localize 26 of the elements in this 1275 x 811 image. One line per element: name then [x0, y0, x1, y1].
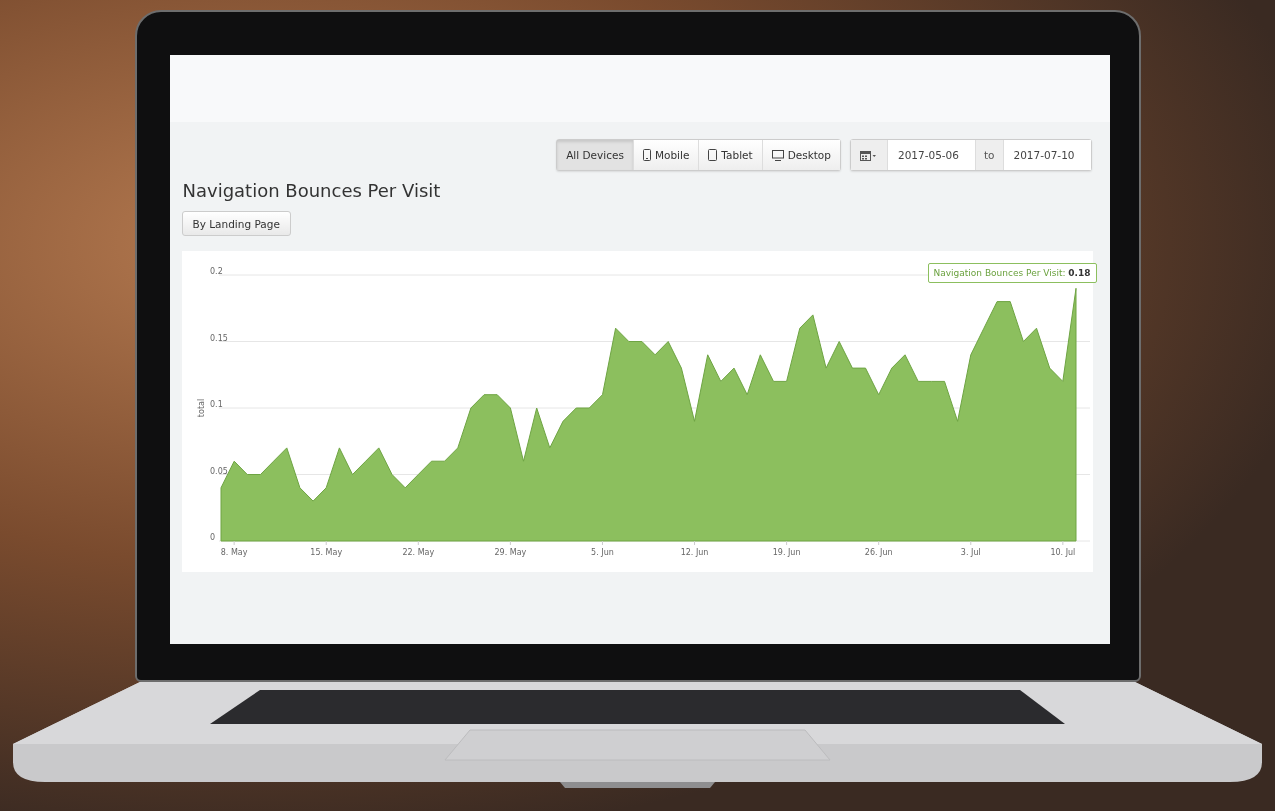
- axis-label: 0.1: [209, 400, 223, 409]
- axis-label: 19. Jun: [772, 548, 800, 557]
- axis-label: 0.15: [209, 333, 228, 343]
- axis-label: 8. May: [220, 548, 247, 557]
- phone-icon: [642, 149, 651, 161]
- axis-label: 3. Jul: [960, 548, 981, 557]
- chart-tooltip: Navigation Bounces Per Visit: 0.18: [927, 263, 1097, 283]
- axis-title: total: [196, 398, 206, 418]
- chart-title: Navigation Bounces Per Visit: [182, 180, 442, 201]
- axis-label: 26. Jun: [864, 548, 893, 557]
- tablet-icon: [708, 149, 718, 161]
- axis-label: 22. May: [401, 548, 434, 557]
- axis-label: 5. Jun: [590, 548, 614, 557]
- device-tab[interactable]: Tablet: [699, 140, 763, 170]
- axis-label: 29. May: [494, 548, 526, 557]
- device-tab[interactable]: All Devices: [557, 140, 634, 170]
- axis-label: 0.05: [209, 466, 228, 476]
- monitor-icon: [771, 149, 784, 161]
- device-tab[interactable]: Desktop: [762, 140, 840, 170]
- device-tab[interactable]: Mobile: [633, 140, 700, 170]
- axis-label: 10. Jul: [1049, 548, 1075, 557]
- axis-label: 0.2: [209, 267, 223, 276]
- axis-label: 15. May: [309, 548, 342, 557]
- group-by-button[interactable]: By Landing Page: [181, 211, 291, 236]
- axis-label: 0: [209, 533, 215, 542]
- axis-label: 12. Jun: [680, 548, 708, 557]
